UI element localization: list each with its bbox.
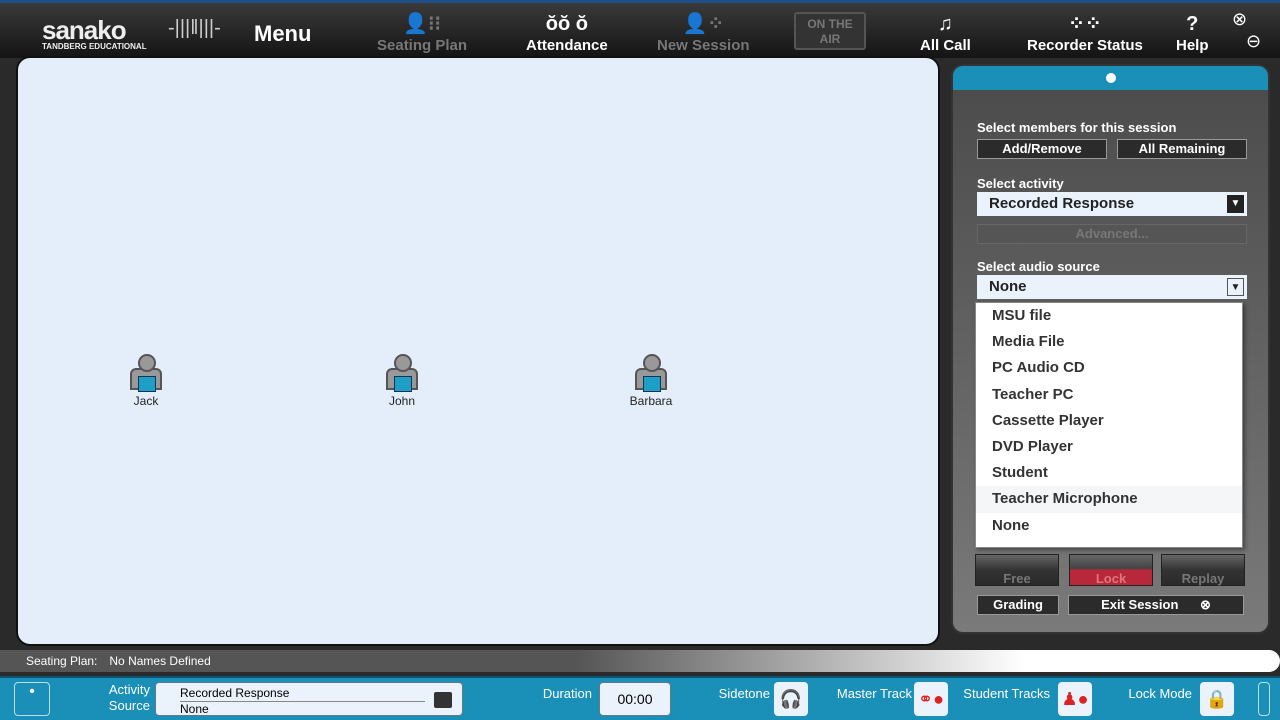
- student-icon: [633, 354, 669, 394]
- close-circle-icon: ⊗: [1200, 597, 1211, 612]
- student-tracks-button[interactable]: ♟●: [1058, 682, 1092, 716]
- master-track-button[interactable]: ⚭●: [914, 682, 948, 716]
- scroll-handle[interactable]: [1258, 682, 1270, 716]
- top-toolbar: sanako TANDBERG EDUCATIONAL -|||‖|||- Men…: [0, 0, 1280, 58]
- panel-header[interactable]: [953, 66, 1268, 90]
- seating-canvas: Jack John Barbara: [16, 56, 940, 646]
- student-icon: [384, 354, 420, 394]
- option-cassette-player[interactable]: Cassette Player: [976, 408, 1242, 434]
- status-label: Seating Plan:: [26, 654, 98, 668]
- source-label: Source: [108, 698, 150, 713]
- option-student[interactable]: Student: [976, 460, 1242, 486]
- lock-mode-label: Lock Mode: [1128, 686, 1192, 701]
- sidetone-label: Sidetone: [718, 686, 770, 701]
- all-call-button[interactable]: ♫ All Call: [920, 11, 971, 54]
- all-call-icon: ♫: [937, 13, 953, 35]
- add-remove-button[interactable]: Add/Remove: [977, 139, 1107, 159]
- master-track-label: Master Track: [836, 686, 912, 701]
- option-dvd-player[interactable]: DVD Player: [976, 434, 1242, 460]
- stop-icon[interactable]: [434, 692, 452, 708]
- student-record-icon: ♟●: [1061, 689, 1089, 709]
- student-tracks-label: Student Tracks: [963, 686, 1050, 701]
- recorder-status-icon: ⁘⁘: [1068, 13, 1102, 35]
- help-icon: ?: [1186, 13, 1199, 35]
- status-line: Seating Plan: No Names Defined: [0, 650, 1280, 672]
- student-john[interactable]: John: [372, 354, 432, 408]
- audio-source-label: Select audio source: [977, 259, 1100, 274]
- lock-icon: 🔒: [1205, 689, 1229, 709]
- sidetone-button[interactable]: 🎧: [774, 682, 808, 716]
- members-label: Select members for this session: [977, 120, 1177, 135]
- option-teacher-microphone[interactable]: Teacher Microphone: [976, 486, 1242, 513]
- advanced-button[interactable]: Advanced...: [977, 224, 1247, 244]
- on-the-air-indicator: ON THE AIR: [794, 12, 866, 50]
- option-msu-file[interactable]: MSU file: [976, 303, 1242, 329]
- expand-button[interactable]: •: [14, 682, 50, 716]
- option-media-file[interactable]: Media File: [976, 329, 1242, 355]
- student-icon: [128, 354, 164, 394]
- status-value: No Names Defined: [109, 654, 211, 668]
- audio-source-dropdown: MSU file Media File PC Audio CD Teacher …: [975, 302, 1243, 548]
- student-jack[interactable]: Jack: [116, 354, 176, 408]
- option-pc-audio-cd[interactable]: PC Audio CD: [976, 355, 1242, 381]
- chevron-down-icon: ▼: [1227, 278, 1244, 296]
- activity-label: Activity: [108, 682, 150, 697]
- activity-label: Select activity: [977, 176, 1064, 191]
- audio-source-select[interactable]: None ▼: [977, 275, 1247, 299]
- new-session-icon: 👤⁘: [682, 13, 725, 35]
- new-session-button[interactable]: 👤⁘ New Session: [657, 11, 750, 54]
- chevron-down-icon: ▼: [1227, 195, 1244, 213]
- duration-label: Duration: [542, 686, 592, 701]
- sanako-logo: sanako TANDBERG EDUCATIONAL: [42, 15, 147, 51]
- source-value: None: [180, 701, 425, 716]
- replay-button[interactable]: Replay: [1161, 554, 1245, 586]
- exit-session-button[interactable]: Exit Session ⊗: [1068, 595, 1244, 615]
- option-none[interactable]: None: [976, 513, 1242, 539]
- lock-button[interactable]: Lock: [1069, 554, 1153, 586]
- record-icon: ⚭●: [918, 689, 944, 709]
- help-button[interactable]: ? Help: [1176, 11, 1209, 54]
- minimize-icon[interactable]: ⊖: [1246, 31, 1261, 52]
- seating-plan-button[interactable]: 👤⁝⁝ Seating Plan: [377, 11, 467, 54]
- free-button[interactable]: Free: [975, 554, 1059, 586]
- lock-mode-button[interactable]: 🔒: [1200, 682, 1234, 716]
- panel-handle-icon: [1106, 73, 1116, 83]
- duration-value: 00:00: [599, 682, 671, 716]
- waveform-icon: -|||‖|||-: [168, 17, 221, 39]
- grading-button[interactable]: Grading: [977, 595, 1059, 615]
- student-barbara[interactable]: Barbara: [621, 354, 681, 408]
- activity-select[interactable]: Recorded Response ▼: [977, 192, 1247, 216]
- seating-plan-icon: 👤⁝⁝: [403, 13, 441, 35]
- close-icon[interactable]: ⊗: [1232, 9, 1247, 30]
- attendance-button[interactable]: ŏŏ ŏ Attendance: [526, 11, 608, 54]
- attendance-icon: ŏŏ ŏ: [545, 13, 588, 35]
- headset-icon: 🎧: [779, 689, 803, 709]
- option-teacher-pc[interactable]: Teacher PC: [976, 382, 1242, 408]
- recorder-status-button[interactable]: ⁘⁘ Recorder Status: [1027, 11, 1143, 54]
- activity-value: Recorded Response: [180, 686, 290, 700]
- all-remaining-button[interactable]: All Remaining: [1117, 139, 1247, 159]
- activity-source-display: Recorded Response None: [155, 682, 463, 716]
- menu-button[interactable]: Menu: [254, 21, 311, 47]
- bottom-bar: • Activity Source Recorded Response None…: [0, 676, 1280, 720]
